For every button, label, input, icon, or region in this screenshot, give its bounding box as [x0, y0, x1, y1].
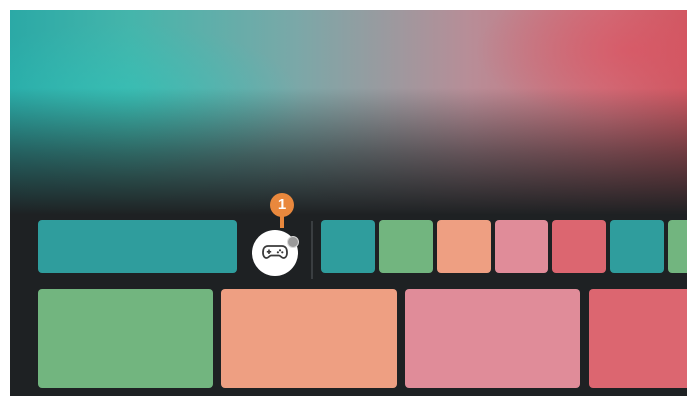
featured-tile[interactable] — [38, 220, 237, 273]
app-tile[interactable] — [495, 220, 548, 273]
app-tile[interactable] — [610, 220, 664, 273]
callout-badge: 1 — [270, 193, 294, 217]
app-tile[interactable] — [552, 220, 606, 273]
status-dot — [287, 236, 299, 248]
content-tile[interactable] — [221, 289, 397, 388]
hero-banner[interactable] — [10, 10, 687, 215]
row-divider — [311, 221, 313, 279]
gamepad-icon — [260, 236, 290, 271]
content-tile[interactable] — [589, 289, 687, 388]
tv-home-screen: 1 — [10, 10, 687, 396]
content-tile[interactable] — [38, 289, 213, 388]
app-tile[interactable] — [321, 220, 375, 273]
content-tile[interactable] — [405, 289, 580, 388]
app-tile[interactable] — [668, 220, 687, 273]
hero-fade — [10, 10, 687, 215]
app-tile[interactable] — [437, 220, 491, 273]
app-tile[interactable] — [379, 220, 433, 273]
